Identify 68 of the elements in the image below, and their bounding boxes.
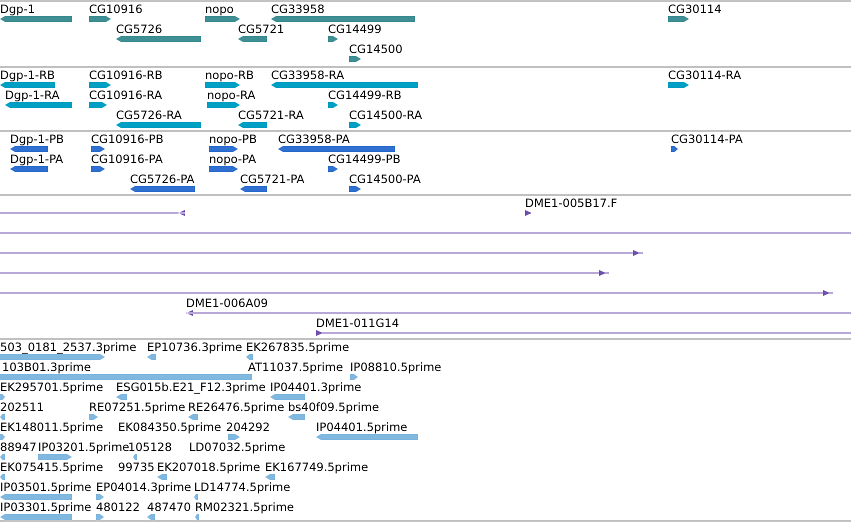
feature-label: CG33958 xyxy=(271,2,325,16)
feature-label: Dgp-1-PA xyxy=(10,152,64,166)
feature-label: 487470 xyxy=(147,500,191,514)
feature-label: 204292 xyxy=(226,420,270,434)
feature-label: ESG015b.E21_F12.3prime xyxy=(116,380,266,394)
feature-label: 202511 xyxy=(0,400,44,414)
feature-label: EK295701.5prime xyxy=(0,380,104,394)
feature-label: DME1-006A09 xyxy=(186,296,268,310)
feature-label: 99735 xyxy=(118,460,155,474)
feature-label: CG14500 xyxy=(349,42,403,56)
feature-label: RE07251.5prime xyxy=(89,400,186,414)
feature-label: IP03301.5prime xyxy=(0,500,92,514)
feature-label: nopo-PB xyxy=(209,132,257,146)
feature-label: LD07032.5prime xyxy=(189,440,286,454)
feature-label: DME1-011G14 xyxy=(316,316,400,330)
feature-label: CG10916 xyxy=(89,2,143,16)
feature-label: EP04014.3prime xyxy=(96,480,192,494)
feature-label: CG14499-RB xyxy=(328,88,402,102)
feature-label: 503_0181_2537.3prime xyxy=(0,340,136,354)
feature-label: 88947 xyxy=(0,440,37,454)
feature-label: CG10916-RB xyxy=(89,68,163,82)
feature-label: IP03201.5prime xyxy=(38,440,130,454)
feature-label: 105128 xyxy=(128,440,172,454)
feature-label: IP04401.5prime xyxy=(316,420,408,434)
feature-label: CG10916-PA xyxy=(91,152,163,166)
feature-label: RE26476.5prime xyxy=(188,400,284,414)
feature-label: CG10916-RA xyxy=(89,88,162,102)
feature-label: CG5726-PA xyxy=(130,172,194,186)
feature-label: AT11037.5prime xyxy=(248,360,344,374)
feature-label: Dgp-1 xyxy=(0,2,35,16)
feature-label: nopo-RA xyxy=(207,88,256,102)
feature-label: CG5726-RA xyxy=(116,108,182,122)
feature-label: CG10916-PB xyxy=(91,132,164,146)
feature-label: LD14774.5prime xyxy=(194,480,290,494)
feature-label: CG33958-RA xyxy=(271,68,344,82)
feature-label: Dgp-1-RB xyxy=(0,68,55,82)
feature-label: IP04401.3prime xyxy=(270,380,362,394)
feature-label: DME1-005B17.F xyxy=(525,196,618,210)
feature-label: Dgp-1-PB xyxy=(10,132,64,146)
feature-label: EP10736.3prime xyxy=(147,340,242,354)
feature-label: CG30114-PA xyxy=(671,132,743,146)
feature-label: CG5721-PA xyxy=(240,172,304,186)
feature-label: CG14499 xyxy=(328,22,382,36)
feature-label: 480122 xyxy=(96,500,140,514)
feature-label: EK167749.5prime xyxy=(265,460,368,474)
feature-label: EK084350.5prime xyxy=(118,420,222,434)
feature-label: CG5726 xyxy=(116,22,162,36)
feature-label: 103B01.3prime xyxy=(2,360,91,374)
feature-label: EK075415.5prime xyxy=(0,460,104,474)
feature-label: EK207018.5prime xyxy=(157,460,260,474)
feature-label: RM02321.5prime xyxy=(195,500,294,514)
feature-label: Dgp-1-RA xyxy=(5,88,60,102)
feature-label: CG33958-PA xyxy=(278,132,350,146)
feature-label: CG30114-RA xyxy=(668,68,742,82)
feature-label: EK267835.5prime xyxy=(246,340,350,354)
feature-label: CG5721 xyxy=(238,22,284,36)
feature-label: IP03501.5prime xyxy=(0,480,92,494)
feature-label: EK148011.5prime xyxy=(0,420,104,434)
feature-label: CG14499-PB xyxy=(328,152,400,166)
feature-label: IP08810.5prime xyxy=(350,360,442,374)
feature-label: bs40f09.5prime xyxy=(288,400,380,414)
feature-label: CG14500-RA xyxy=(349,108,422,122)
feature-label: nopo-RB xyxy=(205,68,254,82)
feature-label: CG14500-PA xyxy=(349,172,421,186)
feature-label: nopo-PA xyxy=(209,152,256,166)
feature-label: nopo xyxy=(205,2,234,16)
feature-label: CG5721-RA xyxy=(238,108,304,122)
feature-label: CG30114 xyxy=(668,2,722,16)
